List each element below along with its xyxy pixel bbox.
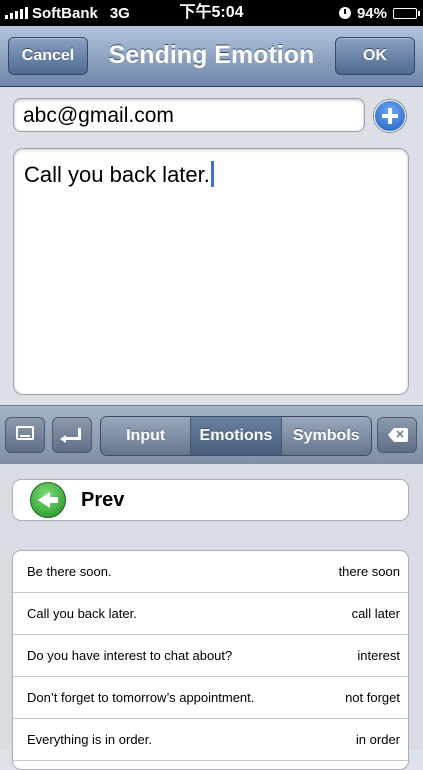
keyboard-button[interactable] bbox=[5, 417, 45, 453]
message-text: Call you back later. bbox=[24, 162, 210, 187]
list-item[interactable]: Call you back later. call later bbox=[13, 593, 408, 635]
battery-percent: 94% bbox=[356, 4, 387, 22]
return-button[interactable] bbox=[52, 417, 92, 453]
segment-emotions[interactable]: Emotions bbox=[190, 417, 281, 455]
message-input[interactable]: Call you back later. bbox=[13, 148, 409, 395]
recipient-input[interactable]: abc@gmail.com bbox=[13, 98, 365, 132]
back-arrow-icon bbox=[30, 482, 66, 518]
phrase-key: interest bbox=[357, 648, 400, 663]
delete-backspace-icon: ✕ bbox=[388, 428, 408, 442]
navigation-bar: Sending Emotion Cancel OK bbox=[0, 26, 423, 87]
status-bar: SoftBank 3G 下午5:04 94% bbox=[0, 0, 423, 26]
keyboard-icon bbox=[16, 426, 34, 440]
segment-input[interactable]: Input bbox=[101, 417, 191, 455]
add-contact-icon[interactable] bbox=[374, 100, 406, 132]
prev-label: Prev bbox=[81, 489, 125, 511]
phrase-text: Call you back later. bbox=[27, 606, 137, 621]
list-item[interactable]: Be there soon. there soon bbox=[13, 551, 408, 593]
alarm-clock-icon bbox=[338, 7, 351, 19]
emotion-list-area: Prev Be there soon. there soon Call you … bbox=[0, 464, 423, 770]
phrase-text: Do you have interest to chat about? bbox=[27, 648, 233, 663]
battery-icon bbox=[393, 7, 420, 19]
return-icon bbox=[60, 428, 81, 443]
phrase-key: call later bbox=[351, 606, 400, 621]
mode-segmented-control: Input Emotions Symbols bbox=[100, 416, 372, 456]
phrase-key: not forget bbox=[345, 690, 400, 705]
phrase-list: Be there soon. there soon Call you back … bbox=[12, 550, 409, 770]
list-item[interactable]: Don’t forget to tomorrow’s appointment. … bbox=[13, 677, 408, 719]
input-toolbar: Input Emotions Symbols ✕ bbox=[0, 405, 423, 465]
phrase-text: Everything is in order. bbox=[27, 732, 153, 747]
segment-symbols[interactable]: Symbols bbox=[280, 417, 371, 455]
list-item[interactable]: Do you have interest to chat about? inte… bbox=[13, 635, 408, 677]
list-item[interactable]: Everything is in order. in order bbox=[13, 719, 408, 761]
delete-button[interactable]: ✕ bbox=[377, 417, 417, 453]
phrase-text: Don’t forget to tomorrow’s appointment. bbox=[27, 690, 255, 705]
phrase-text: Be there soon. bbox=[27, 564, 112, 579]
compose-area: abc@gmail.com Call you back later. bbox=[0, 87, 423, 405]
phrase-key: in order bbox=[355, 732, 400, 747]
cancel-button[interactable]: Cancel bbox=[8, 37, 88, 75]
text-cursor bbox=[210, 161, 214, 187]
phrase-key: there soon bbox=[338, 564, 400, 579]
ok-button[interactable]: OK bbox=[335, 37, 415, 75]
prev-button[interactable]: Prev bbox=[12, 479, 409, 521]
